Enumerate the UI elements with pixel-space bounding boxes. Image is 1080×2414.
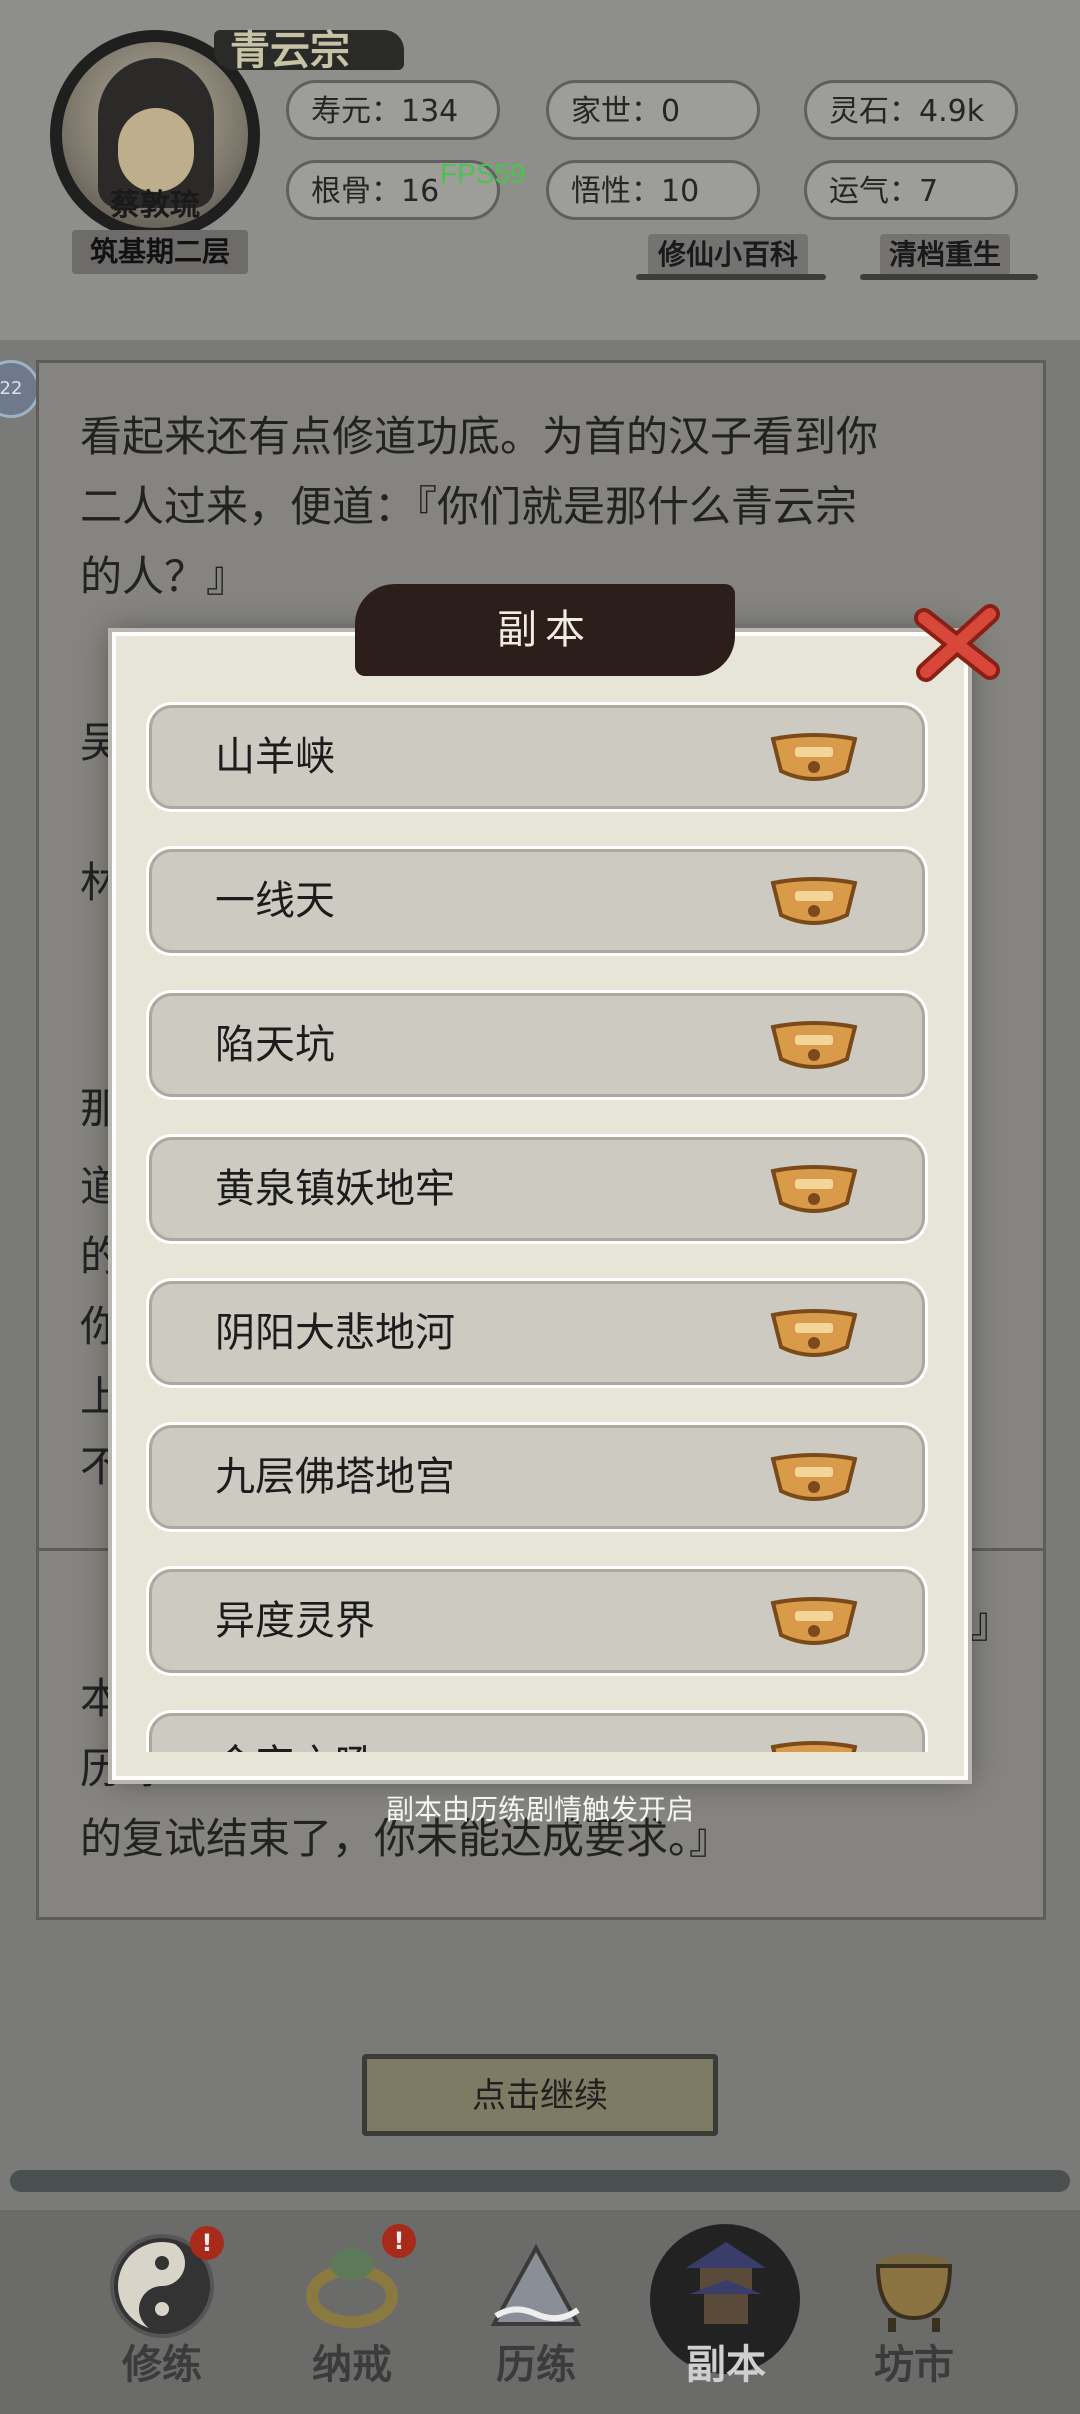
modal-title: 副本	[497, 607, 593, 653]
dungeon-name: 山羊峡	[215, 734, 335, 780]
encyclopedia-link[interactable]: 修仙小百科	[648, 234, 808, 276]
story-line: 二人过来，便道：『你们就是那什么青云宗	[80, 482, 858, 531]
pagoda-icon	[674, 2234, 778, 2338]
cultivation-realm: 筑基期二层	[72, 230, 248, 274]
link-underline	[636, 274, 826, 280]
stat-spirit-stones: 灵石：4.9k	[804, 80, 1018, 140]
character-name: 蔡敦琉	[110, 188, 200, 223]
lock-icon	[767, 1739, 861, 1752]
stat-family: 家世：0	[546, 80, 760, 140]
dungeon-item[interactable]: 异度灵界	[146, 1566, 928, 1676]
dungeon-item[interactable]: 金宫之吼	[146, 1710, 928, 1752]
lock-icon	[767, 731, 861, 787]
lock-icon	[767, 1595, 861, 1651]
dungeon-name: 九层佛塔地宫	[215, 1454, 455, 1500]
mountain-icon	[484, 2234, 588, 2338]
nav-item-adventure[interactable]: 历练	[456, 2214, 616, 2414]
cauldron-icon	[862, 2234, 966, 2338]
dungeon-name: 一线天	[215, 878, 335, 924]
nav-item-ring[interactable]: ! 纳戒	[272, 2214, 432, 2414]
alert-badge: !	[190, 2226, 224, 2260]
dungeon-name: 阴阳大悲地河	[215, 1310, 455, 1356]
dungeon-list[interactable]: 山羊峡 一线天 陷天坑 黄泉镇妖地牢 阴阳大悲地河 九层佛塔地宫 异度灵界	[140, 700, 940, 1752]
nav-item-market[interactable]: 坊市	[834, 2214, 994, 2414]
nav-label: 副本	[686, 2342, 766, 2388]
stat-comprehension: 悟性：10	[546, 160, 760, 220]
lock-icon	[767, 1019, 861, 1075]
dungeon-item[interactable]: 阴阳大悲地河	[146, 1278, 928, 1388]
modal-hint: 副本由历练剧情触发开启	[385, 1793, 694, 1826]
nav-label: 坊市	[874, 2342, 954, 2388]
dungeon-item[interactable]: 九层佛塔地宫	[146, 1422, 928, 1532]
dungeon-name: 金宫之吼	[215, 1713, 375, 1752]
scroll-divider	[10, 2170, 1070, 2192]
dungeon-item[interactable]: 陷天坑	[146, 990, 928, 1100]
nav-item-cultivate[interactable]: ! 修练	[82, 2214, 242, 2414]
fps-counter: FPS59	[440, 158, 526, 189]
side-badge[interactable]: 22	[0, 360, 40, 418]
lock-icon	[767, 875, 861, 931]
dungeon-name: 异度灵界	[215, 1598, 375, 1644]
nav-label: 修练	[122, 2342, 202, 2388]
nav-label: 纳戒	[312, 2342, 392, 2388]
close-icon[interactable]	[912, 604, 1002, 684]
sect-name: 青云宗	[230, 28, 350, 74]
link-underline	[860, 274, 1038, 280]
dungeon-item[interactable]: 一线天	[146, 846, 928, 956]
dungeon-item[interactable]: 黄泉镇妖地牢	[146, 1134, 928, 1244]
stat-luck: 运气：7	[804, 160, 1018, 220]
nav-label: 历练	[496, 2342, 576, 2388]
dungeon-item[interactable]: 山羊峡	[146, 702, 928, 812]
lock-icon	[767, 1307, 861, 1363]
lock-icon	[767, 1451, 861, 1507]
continue-button[interactable]: 点击继续	[362, 2054, 718, 2136]
reset-save-link[interactable]: 清档重生	[880, 234, 1010, 276]
alert-badge: !	[382, 2224, 416, 2258]
dungeon-name: 陷天坑	[215, 1022, 335, 1068]
lock-icon	[767, 1163, 861, 1219]
story-fragment: 』	[970, 1598, 1013, 1647]
nav-item-dungeon[interactable]: 副本	[646, 2214, 806, 2414]
dungeon-name: 黄泉镇妖地牢	[215, 1166, 455, 1212]
stat-lifespan: 寿元：134	[286, 80, 500, 140]
story-line: 看起来还有点修道功底。为首的汉子看到你	[80, 412, 879, 461]
